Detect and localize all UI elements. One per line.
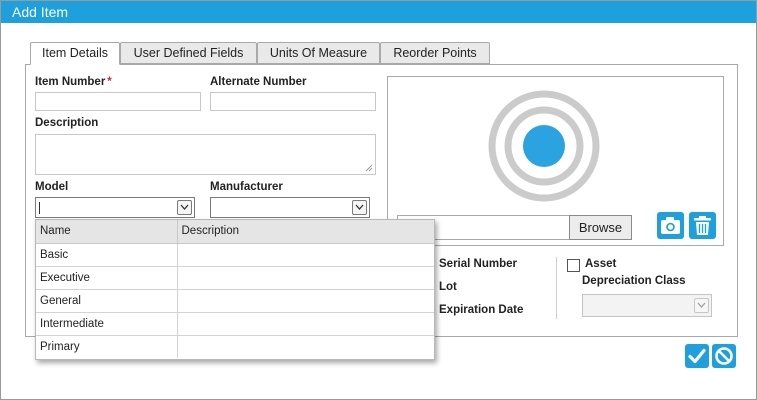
asset-label: Asset [585, 258, 617, 270]
depreciation-class-label: Depreciation Class [582, 275, 686, 287]
cancel-icon [715, 347, 733, 365]
option-description[interactable] [177, 335, 434, 358]
option-name[interactable]: Intermediate [36, 312, 178, 336]
tab-user-defined-fields[interactable]: User Defined Fields [120, 42, 257, 64]
alternate-number-input[interactable] [210, 92, 376, 111]
add-item-dialog: Add Item Item Details User Defined Field… [0, 0, 757, 400]
cancel-button[interactable] [712, 344, 736, 368]
tab-item-details[interactable]: Item Details [30, 42, 120, 65]
model-combobox[interactable] [35, 197, 195, 218]
manufacturer-combobox[interactable] [210, 197, 370, 218]
item-number-input[interactable] [35, 92, 201, 111]
description-textarea[interactable] [35, 134, 376, 175]
option-name[interactable]: Primary [36, 335, 178, 358]
option-name[interactable]: Executive [36, 266, 178, 290]
delete-image-button[interactable] [689, 212, 716, 239]
camera-icon [661, 217, 680, 234]
resize-grip-icon[interactable] [365, 164, 373, 172]
expiration-date-label: Expiration Date [439, 304, 524, 316]
model-dropdown-list: Name Description Basic Executive General… [35, 219, 435, 360]
tab-units-of-measure[interactable]: Units Of Measure [257, 42, 380, 64]
chevron-down-icon [355, 204, 364, 210]
option-name[interactable]: General [36, 289, 178, 313]
table-row[interactable]: Basic [36, 243, 434, 267]
table-row[interactable]: Primary [36, 335, 434, 358]
option-description[interactable] [177, 243, 434, 267]
table-row[interactable]: Executive [36, 266, 434, 290]
asset-checkbox[interactable] [567, 259, 580, 272]
model-options-table: Name Description Basic Executive General… [36, 220, 434, 358]
table-row[interactable]: Intermediate [36, 312, 434, 336]
alternate-number-label: Alternate Number [210, 76, 307, 88]
tab-reorder-points[interactable]: Reorder Points [380, 42, 490, 64]
browse-button[interactable]: Browse [569, 215, 632, 240]
column-divider [556, 257, 557, 319]
option-description[interactable] [177, 266, 434, 290]
manufacturer-label: Manufacturer [210, 181, 283, 193]
model-dropdown-button[interactable] [177, 200, 192, 215]
item-number-label: Item Number * [35, 76, 112, 88]
option-description[interactable] [177, 289, 434, 313]
option-name[interactable]: Basic [36, 243, 178, 267]
column-header-name[interactable]: Name [36, 220, 178, 244]
trash-icon [694, 216, 711, 235]
chevron-down-icon [180, 204, 189, 210]
description-label: Description [35, 117, 99, 129]
dialog-title: Add Item [1, 1, 756, 23]
chevron-down-icon [697, 302, 706, 308]
depreciation-dropdown-button[interactable] [694, 298, 709, 313]
checkmark-icon [688, 348, 706, 364]
serial-number-label: Serial Number [439, 258, 517, 270]
option-description[interactable] [177, 312, 434, 336]
lot-label: Lot [439, 281, 457, 293]
column-header-description[interactable]: Description [177, 220, 434, 244]
manufacturer-dropdown-button[interactable] [352, 200, 367, 215]
depreciation-class-select[interactable] [582, 294, 712, 317]
table-row[interactable]: General [36, 289, 434, 313]
text-caret [39, 202, 40, 214]
required-marker: * [107, 76, 112, 88]
camera-button[interactable] [657, 212, 684, 239]
model-label: Model [35, 181, 69, 193]
save-button[interactable] [685, 344, 709, 368]
